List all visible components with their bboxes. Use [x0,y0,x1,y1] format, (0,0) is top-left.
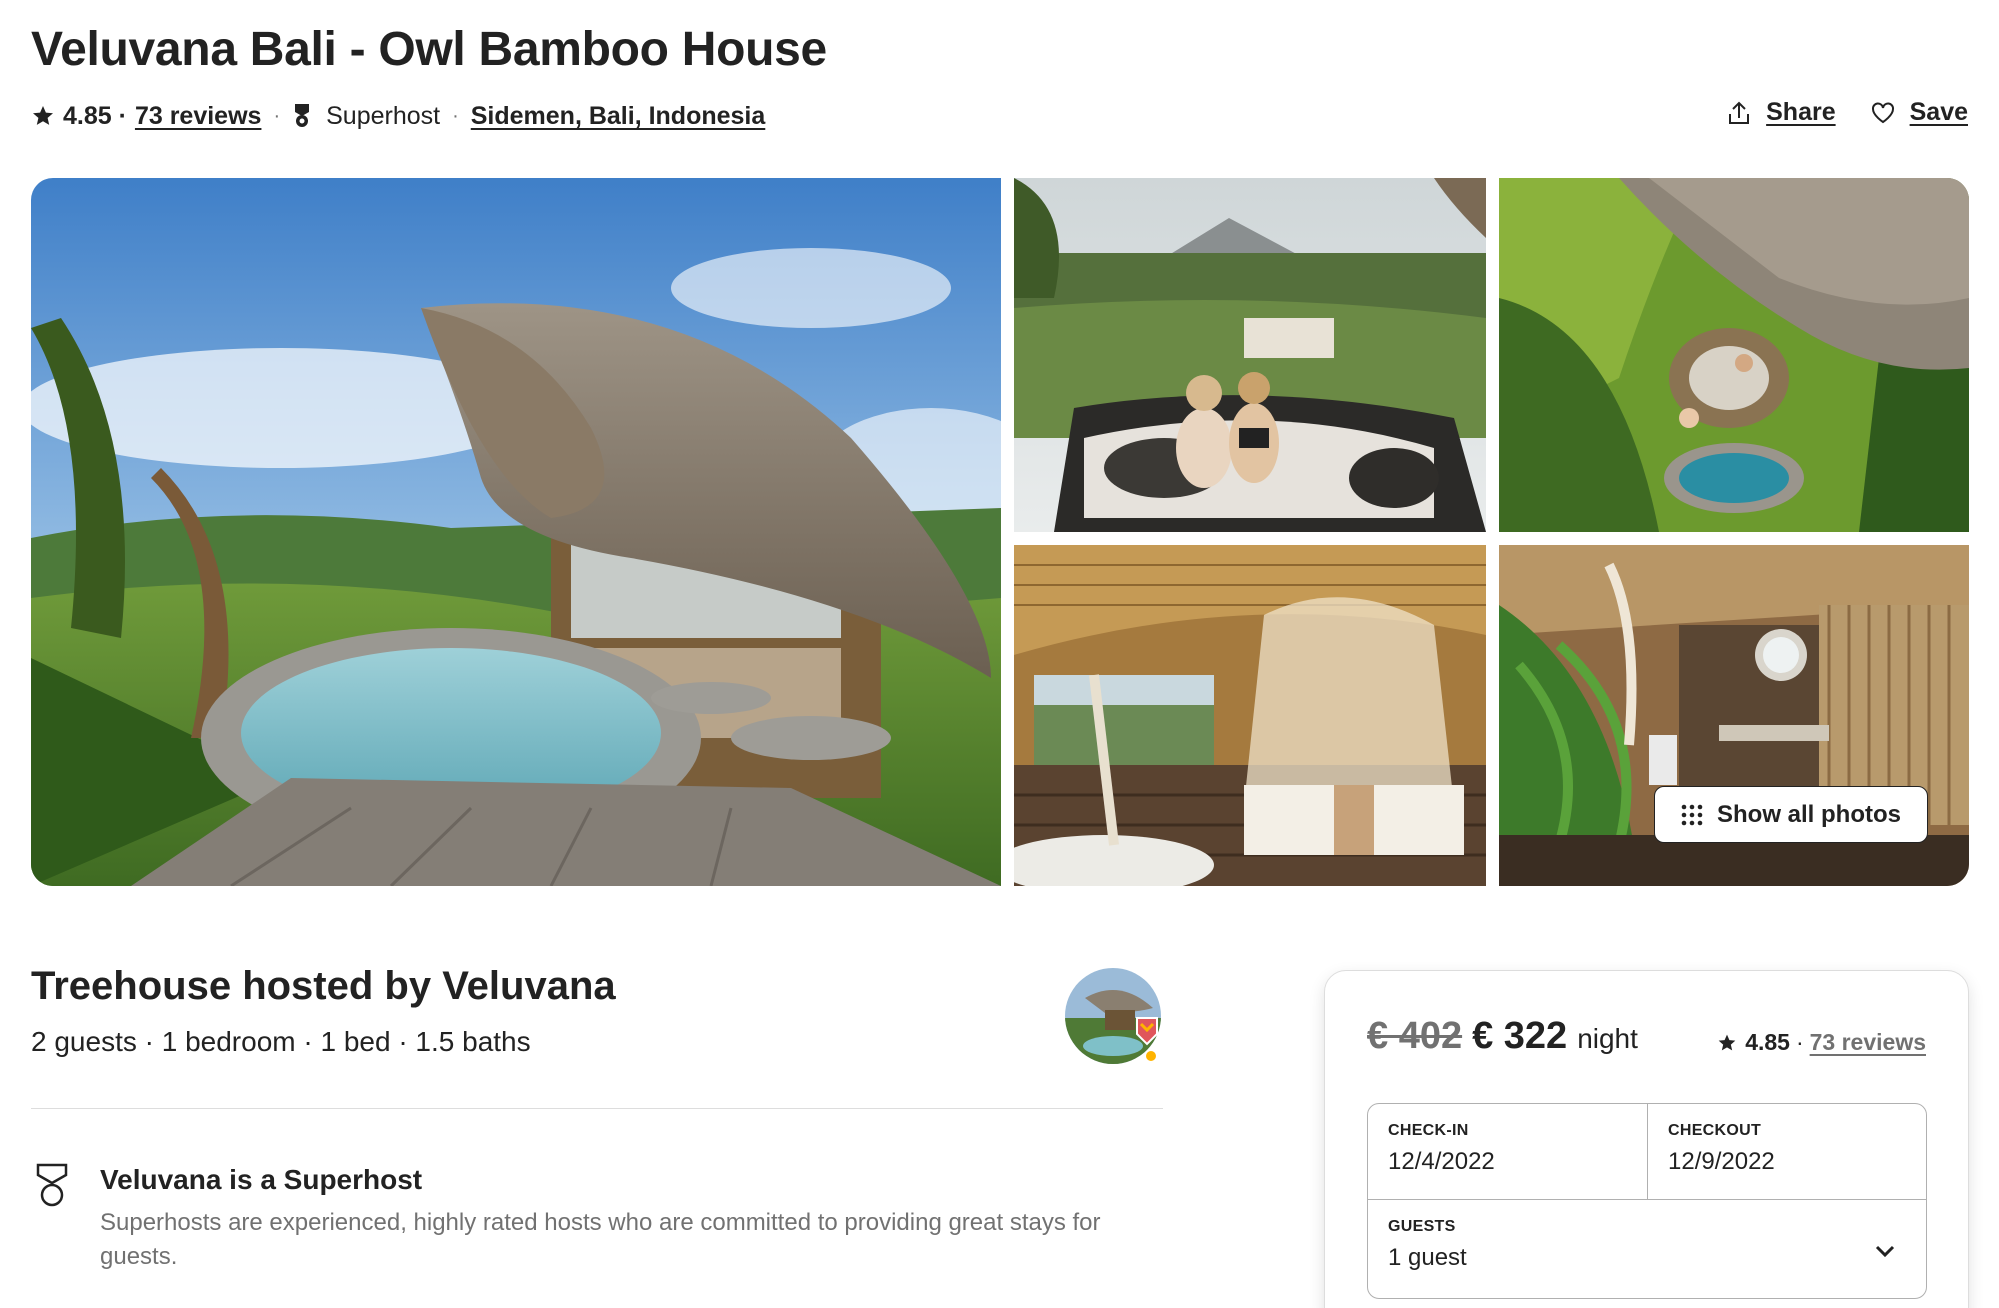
reviews-link[interactable]: 73 reviews [135,102,262,131]
host-title: Treehouse hosted by Veluvana [31,964,616,1008]
host-avatar[interactable] [1065,968,1161,1064]
superhost-description: Superhosts are experienced, highly rated… [100,1209,1101,1270]
guests-value: 1 guest [1388,1244,1467,1271]
section-divider [31,1108,1163,1109]
rating-value: 4.85 [1745,1029,1790,1055]
price-row: € 402 € 322 night [1367,1015,1638,1058]
grid-dots-icon [1681,804,1703,825]
superhost-medal-icon [295,104,310,127]
show-all-photos-label: Show all photos [1717,800,1901,828]
photo-aerial-house[interactable] [1499,178,1969,532]
guests-selector[interactable]: GUESTS 1 guest [1368,1200,1926,1298]
share-label: Share [1766,98,1836,126]
checkin-label: CHECK-IN [1388,1122,1469,1139]
reviews-link[interactable]: 73 reviews [1810,1029,1926,1056]
location-link[interactable]: Sidemen, Bali, Indonesia [471,102,766,131]
photo-bedroom-image [1014,545,1486,886]
main-photo-image [31,178,1001,886]
share-icon [1729,101,1750,124]
superhost-medal-icon [36,1163,68,1207]
show-all-photos-button[interactable]: Show all photos [1654,786,1928,843]
listing-meta-row: 4.85 · 73 reviews · Superhost · Sidemen,… [31,98,765,134]
separator-dot: · [452,104,459,127]
original-price: € 402 [1367,1015,1463,1057]
save-label: Save [1909,98,1968,126]
booking-card: € 402 € 322 night 4.85 · 73 reviews CHEC… [1324,970,1969,1308]
share-button[interactable]: Share [1726,98,1836,127]
superhost-label: Superhost [326,101,441,130]
star-icon [33,106,53,125]
rating-value: 4.85 · [63,101,127,130]
listing-title: Veluvana Bali - Owl Bamboo House [31,23,827,76]
checkout-value: 12/9/2022 [1668,1148,1775,1175]
photo-couple-on-net[interactable] [1014,178,1486,532]
listing-actions: Share Save [1726,98,1968,127]
photo-gallery [31,178,1969,886]
separator-dot: · [1795,1029,1804,1055]
photo-aerial-image [1499,178,1969,532]
booking-fields: CHECK-IN 12/4/2022 CHECKOUT 12/9/2022 GU… [1367,1103,1927,1299]
photo-bedroom[interactable] [1014,545,1486,886]
separator-dot: · [273,104,281,127]
discounted-price: € 322 [1472,1015,1568,1057]
booking-rating: 4.85 · 73 reviews [1717,1029,1926,1056]
checkout-label: CHECKOUT [1668,1122,1762,1139]
superhost-title: Veluvana is a Superhost [100,1164,423,1195]
guests-label: GUESTS [1388,1218,1456,1235]
price-unit: night [1577,1023,1638,1054]
save-button[interactable]: Save [1870,98,1968,127]
photo-couple-image [1014,178,1486,532]
checkin-value: 12/4/2022 [1388,1148,1495,1175]
main-photo[interactable] [31,178,1001,886]
listing-capacity: 2 guests · 1 bedroom · 1 bed · 1.5 baths [31,1026,531,1057]
star-icon [1718,1034,1736,1050]
chevron-down-icon [1875,1245,1895,1258]
checkout-field[interactable]: CHECKOUT 12/9/2022 [1648,1104,1926,1200]
checkin-field[interactable]: CHECK-IN 12/4/2022 [1368,1104,1648,1200]
heart-icon [1871,101,1894,123]
